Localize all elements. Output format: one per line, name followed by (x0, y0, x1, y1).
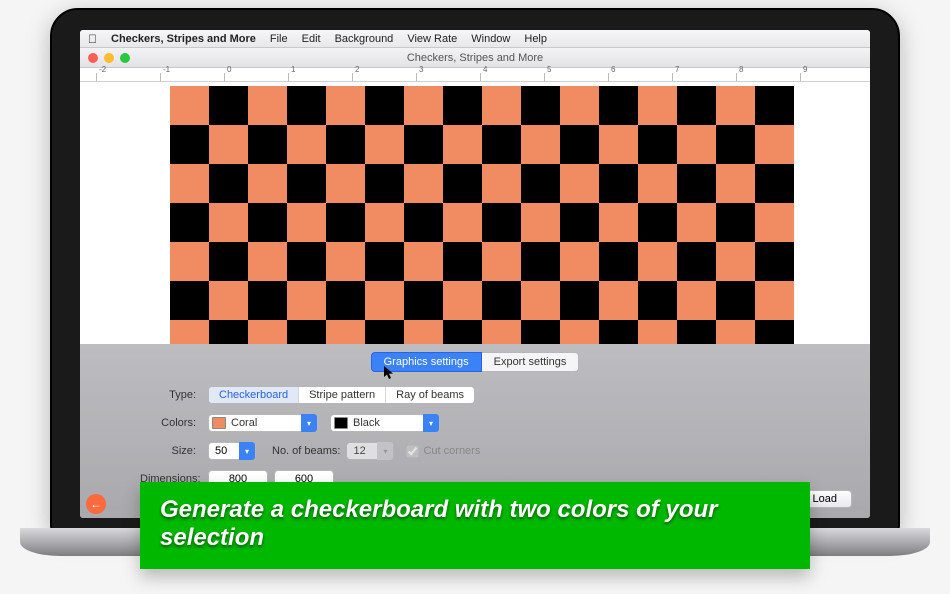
menu-background[interactable]: Background (335, 33, 394, 45)
menu-window[interactable]: Window (471, 33, 510, 45)
menu-view-rate[interactable]: View Rate (407, 33, 457, 45)
color1-swatch (212, 417, 226, 429)
promo-banner: Generate a checkerboard with two colors … (140, 482, 810, 569)
menu-file[interactable]: File (270, 33, 288, 45)
ruler-tick: 8 (736, 73, 800, 81)
zoom-window-icon[interactable] (120, 53, 130, 63)
type-segmented: Checkerboard Stripe pattern Ray of beams (208, 386, 475, 404)
checkerboard-pattern (170, 86, 794, 344)
ruler-tick: 6 (608, 73, 672, 81)
menu-app-name[interactable]: Checkers, Stripes and More (111, 33, 256, 45)
window-titlebar[interactable]: Checkers, Stripes and More (80, 48, 870, 68)
size-input[interactable] (215, 445, 239, 457)
laptop-screen:  Checkers, Stripes and More File Edit B… (80, 30, 870, 518)
type-checkerboard[interactable]: Checkerboard (209, 387, 299, 403)
menu-help[interactable]: Help (524, 33, 547, 45)
ruler-tick: 2 (352, 73, 416, 81)
cut-corners-label: Cut corners (423, 445, 480, 457)
size-stepper[interactable]: ▾ (208, 442, 256, 460)
ruler-tick: 5 (544, 73, 608, 81)
menu-edit[interactable]: Edit (302, 33, 321, 45)
laptop-frame:  Checkers, Stripes and More File Edit B… (50, 8, 900, 532)
colors-label: Colors: (140, 417, 202, 429)
type-label: Type: (140, 389, 202, 401)
arrow-left-icon: ← (90, 497, 102, 511)
ruler-tick: 4 (480, 73, 544, 81)
ruler-tick: 9 (800, 73, 864, 81)
panel-tabs: Graphics settings Export settings (80, 352, 870, 372)
beams-label: No. of beams: (272, 445, 340, 457)
size-label: Size: (140, 445, 202, 457)
close-window-icon[interactable] (88, 53, 98, 63)
horizontal-ruler: -2-10123456789 (80, 68, 870, 82)
cut-corners-checkbox[interactable]: Cut corners (406, 445, 480, 458)
macos-menubar:  Checkers, Stripes and More File Edit B… (80, 30, 870, 48)
beams-input[interactable] (353, 445, 377, 457)
ruler-tick: 3 (416, 73, 480, 81)
chevron-down-icon: ▾ (239, 442, 255, 460)
row-colors: Colors: Coral ▾ Black ▾ (140, 414, 870, 432)
color2-swatch (334, 417, 348, 429)
ruler-tick: -1 (160, 73, 224, 81)
apple-logo-icon[interactable]:  (88, 32, 97, 46)
minimize-window-icon[interactable] (104, 53, 114, 63)
ruler-tick: -2 (96, 73, 160, 81)
beams-stepper[interactable]: ▾ (346, 442, 394, 460)
chevron-down-icon: ▾ (377, 442, 393, 460)
cut-corners-input[interactable] (406, 445, 419, 458)
color1-dropdown[interactable]: Coral ▾ (208, 414, 318, 432)
traffic-lights (80, 53, 130, 63)
cursor-icon (384, 366, 394, 380)
color1-name: Coral (231, 417, 301, 429)
color2-name: Black (353, 417, 423, 429)
row-size: Size: ▾ No. of beams: ▾ Cut corners (140, 442, 870, 460)
chevron-down-icon: ▾ (423, 414, 439, 432)
color2-dropdown[interactable]: Black ▾ (330, 414, 440, 432)
chevron-down-icon: ▾ (301, 414, 317, 432)
ruler-tick: 0 (224, 73, 288, 81)
row-type: Type: Checkerboard Stripe pattern Ray of… (140, 386, 870, 404)
ruler-tick: 1 (288, 73, 352, 81)
ruler-tick: 7 (672, 73, 736, 81)
type-ray-of-beams[interactable]: Ray of beams (386, 387, 474, 403)
form: Type: Checkerboard Stripe pattern Ray of… (80, 386, 870, 488)
type-stripe-pattern[interactable]: Stripe pattern (299, 387, 386, 403)
canvas-area[interactable] (80, 82, 870, 344)
back-button[interactable]: ← (86, 494, 106, 514)
tab-export-settings[interactable]: Export settings (482, 352, 580, 372)
window-title: Checkers, Stripes and More (80, 52, 870, 64)
